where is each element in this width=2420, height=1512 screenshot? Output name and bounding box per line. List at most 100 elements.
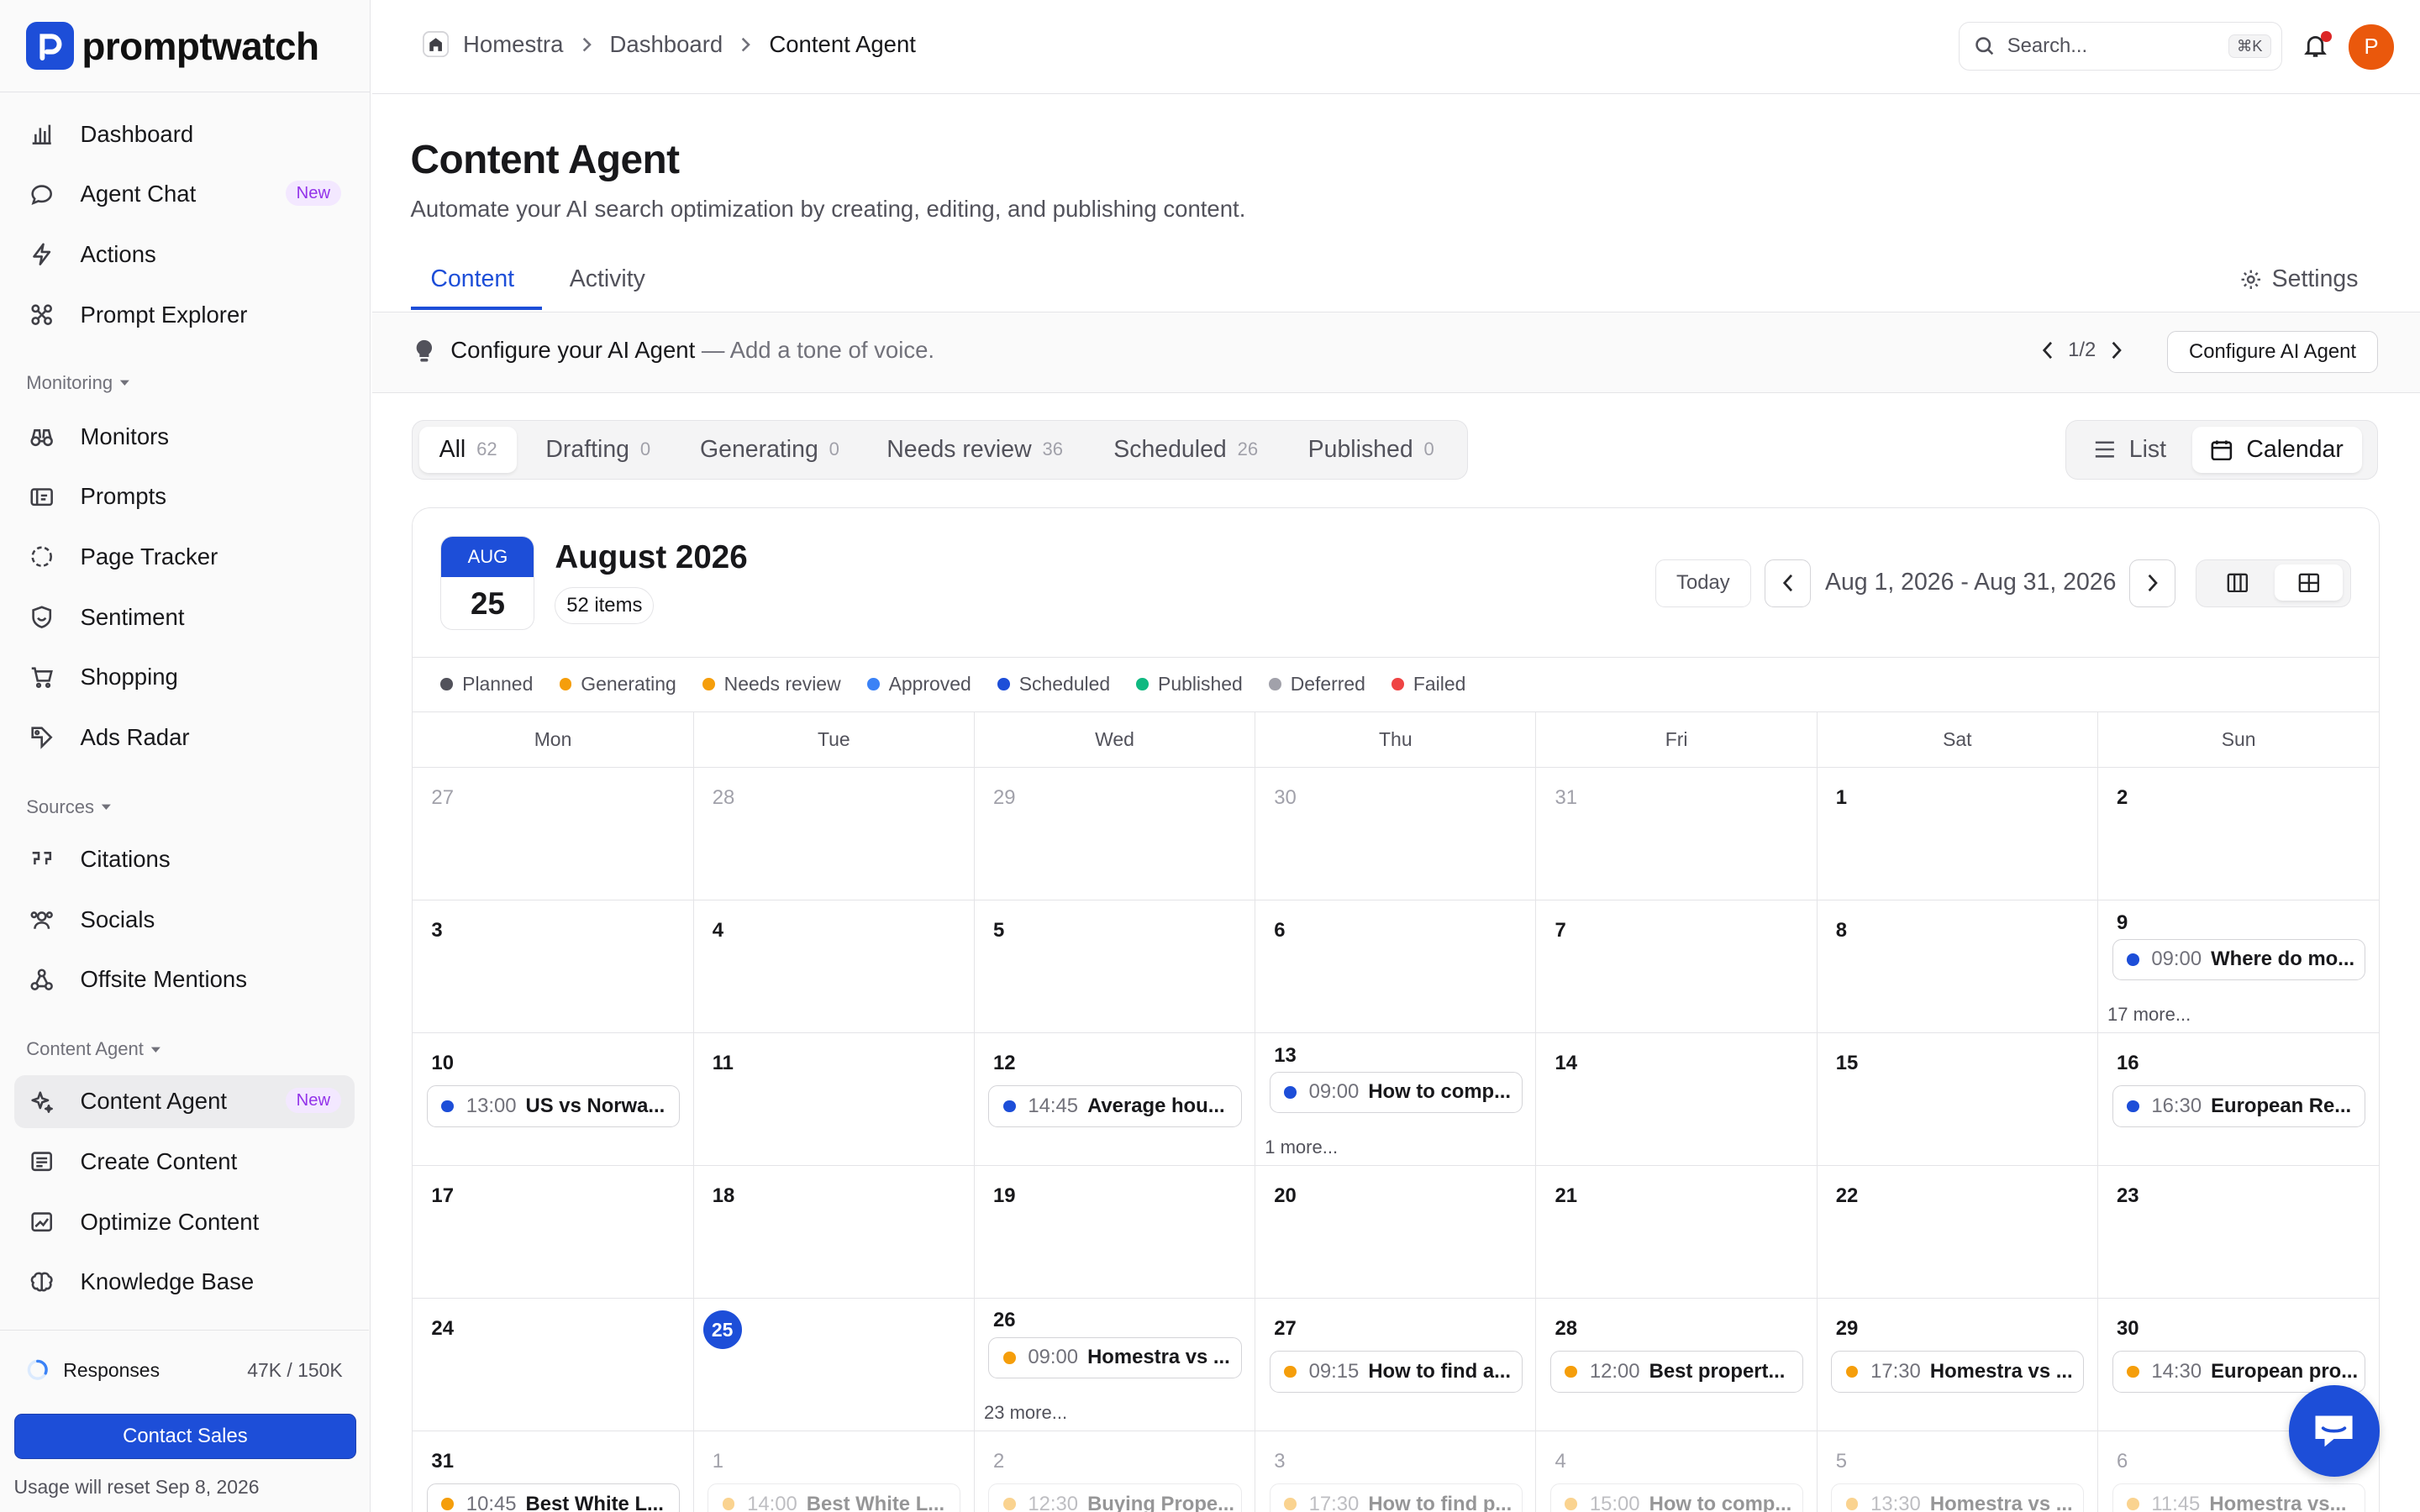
sidebar-item-socials[interactable]: Socials	[14, 893, 355, 945]
sidebar-item-optimize-content[interactable]: Optimize Content	[14, 1195, 355, 1247]
calendar-day[interactable]: 31	[1536, 767, 1818, 900]
sidebar-item-monitors[interactable]: Monitors	[14, 411, 355, 463]
filter-drafting[interactable]: Drafting 0	[525, 427, 671, 473]
calendar-day[interactable]: 3	[413, 900, 694, 1033]
calendar-day[interactable]: 29	[975, 767, 1256, 900]
sidebar-item-prompts[interactable]: Prompts	[14, 470, 355, 522]
calendar-day[interactable]: 7	[1536, 900, 1818, 1033]
calendar-event[interactable]: 12:00 Best propert...	[1549, 1351, 1804, 1393]
calendar-day[interactable]: 27	[413, 767, 694, 900]
calendar-event[interactable]: 14:00 Best White L...	[708, 1483, 961, 1512]
sidebar-item-actions[interactable]: Actions	[14, 228, 355, 281]
calendar-event[interactable]: 14:45 Average hou...	[988, 1085, 1242, 1127]
calendar-day[interactable]: 21	[1536, 1165, 1818, 1299]
sidebar-item-knowledge-base[interactable]: Knowledge Base	[14, 1256, 355, 1308]
filter-published[interactable]: Published 0	[1288, 427, 1455, 473]
calendar-view-button[interactable]: Calendar	[2192, 426, 2362, 474]
calendar-day[interactable]: 31 10:45 Best White L...	[413, 1431, 694, 1512]
previous-month-button[interactable]	[1765, 559, 1812, 607]
calendar-day[interactable]: 4 15:00 How to comp...	[1536, 1431, 1818, 1512]
breadcrumb-item[interactable]: Dashboard	[609, 31, 723, 58]
sidebar-item-agent-chat[interactable]: Agent Chat New	[14, 168, 355, 220]
filter-needs-review[interactable]: Needs review 36	[866, 427, 1082, 473]
calendar-event[interactable]: 13:00 US vs Norwa...	[426, 1085, 681, 1127]
calendar-day[interactable]: 28 12:00 Best propert...	[1536, 1298, 1818, 1431]
filter-all[interactable]: All 62	[418, 426, 518, 474]
section-monitoring[interactable]: Monitoring	[26, 372, 131, 394]
search-input[interactable]: Search... ⌘K	[1958, 21, 2283, 71]
calendar-event[interactable]: 16:30 European Re...	[2112, 1085, 2365, 1127]
calendar-day[interactable]: 10 13:00 US vs Norwa...	[413, 1032, 694, 1166]
section-sources[interactable]: Sources	[26, 796, 113, 818]
sidebar-item-shopping[interactable]: Shopping	[14, 651, 355, 703]
filter-generating[interactable]: Generating 0	[680, 427, 860, 473]
sidebar-item-page-tracker[interactable]: Page Tracker	[14, 531, 355, 583]
sidebar-item-dashboard[interactable]: Dashboard	[14, 108, 355, 160]
calendar-day[interactable]: 8	[1818, 900, 2098, 1033]
calendar-event[interactable]: 09:00 Where do mo...	[2112, 938, 2365, 981]
chevron-right-icon[interactable]	[2110, 341, 2123, 360]
calendar-day[interactable]: 5	[975, 900, 1256, 1033]
calendar-day[interactable]: 5 13:30 Homestra vs ...	[1818, 1431, 2098, 1512]
calendar-day[interactable]: 18	[694, 1165, 975, 1299]
month-grid-icon[interactable]	[2275, 564, 2344, 601]
calendar-event[interactable]: 12:30 Buying Prope...	[988, 1483, 1242, 1512]
calendar-day[interactable]: 3 17:30 How to find p...	[1255, 1431, 1537, 1512]
list-view-button[interactable]: List	[2075, 427, 2186, 473]
calendar-day[interactable]: 15	[1818, 1032, 2098, 1166]
calendar-day[interactable]: 30	[1255, 767, 1537, 900]
calendar-day[interactable]: 19	[975, 1165, 1256, 1299]
contact-sales-button[interactable]: Contact Sales	[13, 1414, 357, 1459]
sidebar-item-prompt-explorer[interactable]: Prompt Explorer	[14, 288, 355, 340]
calendar-day[interactable]: 1	[1818, 767, 2098, 900]
calendar-event[interactable]: 13:30 Homestra vs ...	[1831, 1483, 2085, 1512]
calendar-day[interactable]: 22	[1818, 1165, 2098, 1299]
filter-scheduled[interactable]: Scheduled 26	[1093, 427, 1278, 473]
calendar-day[interactable]: 26 09:00 Homestra vs ... 23 more...	[975, 1298, 1256, 1431]
tab-content[interactable]: Content	[430, 265, 514, 293]
sidebar-item-content-agent[interactable]: Content Agent New	[13, 1075, 355, 1128]
sidebar-item-citations[interactable]: Citations	[14, 833, 355, 885]
calendar-day[interactable]: 6	[1255, 900, 1537, 1033]
calendar-event[interactable]: 10:45 Best White L...	[426, 1483, 681, 1512]
support-chat-button[interactable]	[2288, 1385, 2381, 1477]
calendar-day[interactable]: 28	[694, 767, 975, 900]
calendar-event[interactable]: 15:00 How to comp...	[1549, 1483, 1804, 1512]
calendar-event[interactable]: 17:30 Homestra vs ...	[1831, 1351, 2085, 1393]
chevron-left-icon[interactable]	[2042, 341, 2054, 360]
sidebar-item-create-content[interactable]: Create Content	[14, 1136, 355, 1188]
calendar-day[interactable]: 12 14:45 Average hou...	[975, 1032, 1256, 1166]
sidebar-item-sentiment[interactable]: Sentiment	[14, 591, 355, 643]
tab-activity[interactable]: Activity	[570, 265, 645, 293]
more-events-link[interactable]: 1 more...	[1265, 1137, 1338, 1158]
logo[interactable]: promptwatch	[0, 0, 370, 93]
calendar-day[interactable]: 2	[2098, 768, 2379, 900]
configure-ai-agent-button[interactable]: Configure AI Agent	[2166, 331, 2379, 373]
calendar-day[interactable]: 20	[1255, 1165, 1537, 1299]
more-events-link[interactable]: 17 more...	[2107, 1004, 2191, 1026]
calendar-day[interactable]: 2 12:30 Buying Prope...	[975, 1431, 1256, 1512]
section-content-agent[interactable]: Content Agent	[26, 1038, 162, 1060]
user-avatar[interactable]: P	[2349, 24, 2394, 70]
calendar-day[interactable]: 1 14:00 Best White L...	[694, 1431, 975, 1512]
calendar-event[interactable]: 09:00 How to comp...	[1269, 1071, 1523, 1114]
calendar-event[interactable]: 09:15 How to find a...	[1269, 1351, 1523, 1393]
calendar-event[interactable]: 17:30 How to find p...	[1269, 1483, 1523, 1512]
calendar-day[interactable]: 14	[1536, 1032, 1818, 1166]
calendar-day[interactable]: 29 17:30 Homestra vs ...	[1818, 1298, 2098, 1431]
calendar-day[interactable]: 27 09:15 How to find a...	[1255, 1298, 1537, 1431]
more-events-link[interactable]: 23 more...	[984, 1402, 1067, 1424]
calendar-day[interactable]: 23	[2098, 1166, 2379, 1299]
breadcrumb-item[interactable]: Homestra	[463, 31, 563, 58]
calendar-day[interactable]: 13 09:00 How to comp... 1 more...	[1255, 1032, 1537, 1166]
settings-button[interactable]: Settings	[2239, 265, 2358, 293]
week-columns-icon[interactable]	[2204, 564, 2272, 600]
calendar-day[interactable]: 24	[413, 1298, 694, 1431]
sidebar-item-offsite-mentions[interactable]: Offsite Mentions	[14, 953, 355, 1005]
calendar-day[interactable]: 4	[694, 900, 975, 1033]
calendar-day[interactable]: 16 16:30 European Re...	[2098, 1033, 2379, 1166]
next-month-button[interactable]	[2128, 559, 2175, 607]
calendar-day[interactable]: 9 09:00 Where do mo... 17 more...	[2098, 900, 2379, 1033]
calendar-event[interactable]: 09:00 Homestra vs ...	[988, 1336, 1242, 1379]
calendar-day[interactable]: 25	[694, 1298, 975, 1431]
